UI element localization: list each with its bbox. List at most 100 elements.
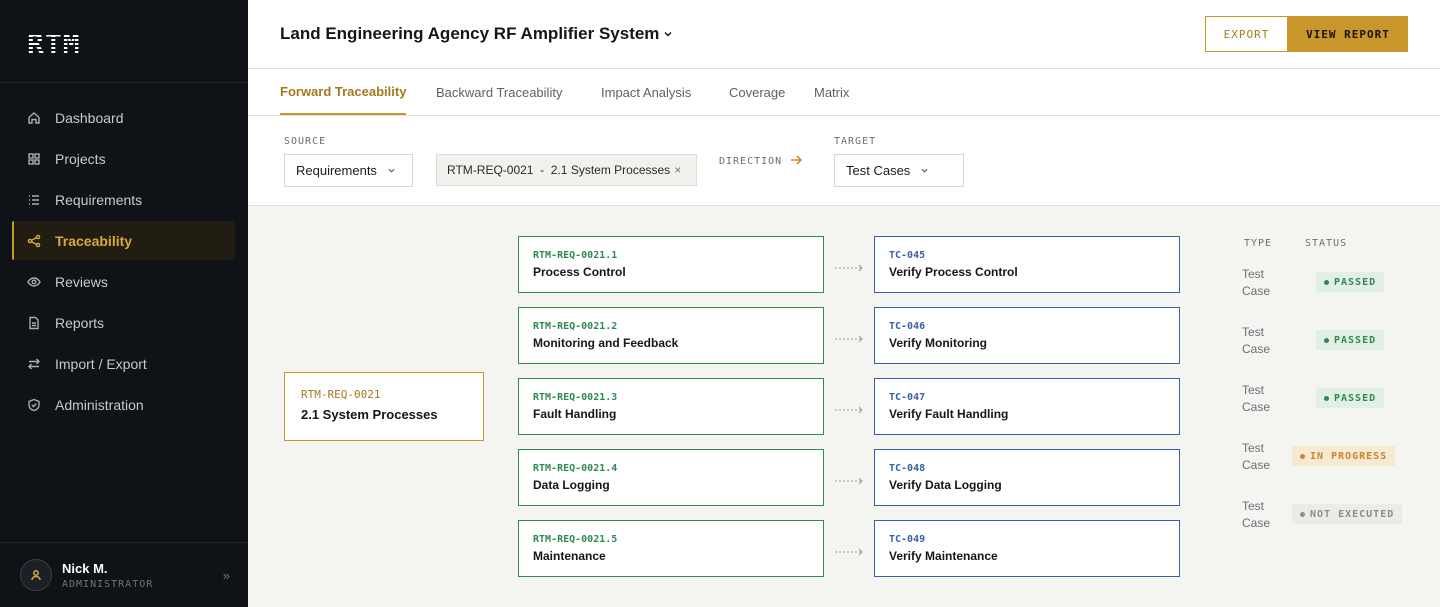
status-badge: NOT EXECUTED (1292, 504, 1403, 524)
view-report-button[interactable]: VIEW REPORT (1288, 16, 1408, 52)
sidebar-item-import-export[interactable]: Import / Export (12, 344, 235, 383)
test-case-card[interactable]: TC-045 Verify Process Control (874, 236, 1180, 293)
status-badge: IN PROGRESS (1292, 446, 1396, 466)
requirement-id: RTM-REQ-0021.4 (533, 463, 618, 474)
sidebar-item-reports[interactable]: Reports (12, 303, 235, 342)
status-dot (1324, 279, 1329, 285)
selected-requirement-chip[interactable]: RTM-REQ-0021 - 2.1 System Processes × (436, 154, 697, 186)
expand-sidebar-icon[interactable]: » (223, 568, 230, 583)
tab-forward-traceability[interactable]: Forward Traceability (280, 69, 407, 115)
requirement-card[interactable]: RTM-REQ-0021.2 Monitoring and Feedback (518, 307, 824, 364)
user-role: ADMINISTRATOR (62, 578, 154, 590)
trace-link-arrow (835, 544, 865, 556)
home-icon (27, 111, 41, 125)
test-case-id: TC-045 (889, 250, 926, 261)
requirement-card[interactable]: RTM-REQ-0021.3 Fault Handling (518, 378, 824, 435)
arrow-right-icon[interactable] (789, 153, 803, 167)
user-name: Nick M. (62, 560, 108, 576)
target-select[interactable]: Test Cases (834, 154, 964, 187)
sidebar-item-label: Projects (55, 150, 106, 167)
chevron-down-icon (920, 166, 929, 175)
root-requirement-card[interactable]: RTM-REQ-0021 2.1 System Processes (284, 372, 484, 441)
app-logo[interactable]: RTM (27, 26, 81, 60)
status-column-header: STATUS (1305, 238, 1348, 249)
status-badge-label: IN PROGRESS (1310, 450, 1388, 462)
requirement-id: RTM-REQ-0021.3 (533, 392, 618, 403)
remove-chip-icon[interactable]: × (674, 163, 681, 177)
selected-requirement-text: RTM-REQ-0021 - 2.1 System Processes (447, 163, 671, 177)
target-select-value: Test Cases (846, 163, 911, 178)
status-badge-label: NOT EXECUTED (1310, 508, 1395, 520)
sidebar-item-dashboard[interactable]: Dashboard (12, 98, 235, 137)
requirement-title: Maintenance (533, 549, 606, 563)
requirement-card[interactable]: RTM-REQ-0021.1 Process Control (518, 236, 824, 293)
document-icon (27, 316, 41, 330)
user-profile[interactable]: Nick M. ADMINISTRATOR » (20, 559, 230, 591)
export-button[interactable]: EXPORT (1205, 16, 1288, 52)
filter-bar: SOURCE Requirements RTM-REQ-0021 - 2.1 S… (248, 116, 1440, 206)
requirement-title: Process Control (533, 265, 626, 279)
type-cell: Test Case (1242, 325, 1271, 356)
sidebar-item-label: Import / Export (55, 355, 147, 372)
sidebar-item-label: Dashboard (55, 109, 124, 126)
trace-link-arrow (835, 260, 865, 272)
trace-link-arrow (835, 402, 865, 414)
status-badge: PASSED (1316, 388, 1385, 408)
share-icon (27, 234, 41, 248)
tab-backward-traceability[interactable]: Backward Traceability (436, 69, 562, 116)
status-dot (1300, 453, 1305, 459)
status-badge-label: PASSED (1334, 334, 1377, 346)
status-badge: PASSED (1316, 330, 1385, 350)
type-cell: Test Case (1242, 267, 1271, 298)
sidebar-item-requirements[interactable]: Requirements (12, 180, 235, 219)
tab-coverage[interactable]: Coverage (729, 69, 785, 116)
test-case-card[interactable]: TC-046 Verify Monitoring (874, 307, 1180, 364)
sidebar-item-label: Reviews (55, 273, 108, 290)
requirement-id: RTM-REQ-0021.1 (533, 250, 618, 261)
user-info: Nick M. ADMINISTRATOR (62, 561, 153, 590)
type-cell: Test Case (1242, 441, 1271, 472)
type-cell: Test Case (1242, 383, 1271, 414)
requirement-card[interactable]: RTM-REQ-0021.5 Maintenance (518, 520, 824, 577)
test-case-card[interactable]: TC-048 Verify Data Logging (874, 449, 1180, 506)
page-header: Land Engineering Agency RF Amplifier Sys… (248, 0, 1440, 69)
trace-link-arrow (835, 473, 865, 485)
project-selector[interactable]: Land Engineering Agency RF Amplifier Sys… (280, 24, 673, 44)
direction-label: DIRECTION (719, 156, 783, 167)
trace-canvas: RTM-REQ-0021 2.1 System Processes RTM-RE… (248, 206, 1440, 607)
sidebar-item-administration[interactable]: Administration (12, 385, 235, 424)
sidebar: RTM Dashboard Projects Requirements Trac… (0, 0, 248, 607)
requirement-card[interactable]: RTM-REQ-0021.4 Data Logging (518, 449, 824, 506)
trace-link-arrow (835, 331, 865, 343)
test-case-title: Verify Process Control (889, 265, 1018, 279)
target-label: TARGET (834, 136, 877, 147)
test-case-card[interactable]: TC-049 Verify Maintenance (874, 520, 1180, 577)
user-divider (0, 542, 248, 543)
tab-matrix[interactable]: Matrix (814, 69, 849, 116)
tab-impact-analysis[interactable]: Impact Analysis (601, 69, 691, 116)
list-icon (27, 193, 41, 207)
test-case-id: TC-046 (889, 321, 926, 332)
sidebar-item-projects[interactable]: Projects (12, 139, 235, 178)
test-case-title: Verify Maintenance (889, 549, 998, 563)
sidebar-item-label: Administration (55, 396, 144, 413)
requirement-title: Data Logging (533, 478, 610, 492)
status-dot (1300, 511, 1305, 517)
swap-icon (27, 357, 41, 371)
sidebar-item-reviews[interactable]: Reviews (12, 262, 235, 301)
chevron-down-icon (387, 166, 396, 175)
test-case-card[interactable]: TC-047 Verify Fault Handling (874, 378, 1180, 435)
source-select[interactable]: Requirements (284, 154, 413, 187)
sidebar-item-traceability[interactable]: Traceability (12, 221, 235, 260)
type-cell: Test Case (1242, 499, 1271, 530)
app-logo-text: RTM (27, 26, 81, 60)
sidebar-divider (0, 82, 248, 83)
test-case-title: Verify Monitoring (889, 336, 988, 350)
requirement-title: Monitoring and Feedback (533, 336, 679, 350)
avatar (20, 559, 52, 591)
test-case-id: TC-049 (889, 534, 926, 545)
eye-icon (27, 275, 41, 289)
test-case-title: Verify Data Logging (889, 478, 1002, 492)
requirement-id: RTM-REQ-0021.2 (533, 321, 618, 332)
requirement-title: Fault Handling (533, 407, 617, 421)
